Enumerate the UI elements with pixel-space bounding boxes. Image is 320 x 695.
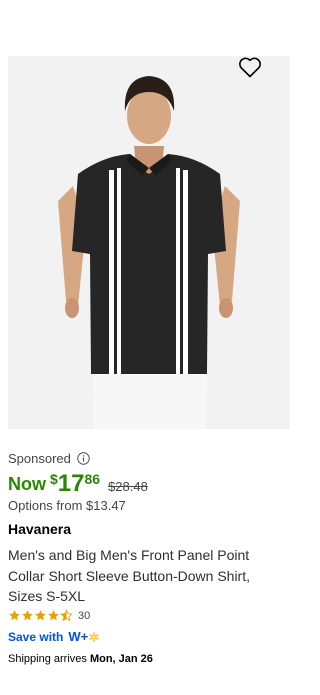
- star-icon: [47, 609, 60, 622]
- spark-icon: [89, 631, 99, 642]
- rating: 30: [8, 609, 90, 622]
- star-icon: [34, 609, 47, 622]
- price-prefix: Now: [8, 474, 46, 494]
- product-title[interactable]: Men's and Big Men's Front Panel Point Co…: [8, 545, 278, 607]
- options-text: Options from $13.47: [8, 498, 126, 513]
- shipping-prefix: Shipping arrives: [8, 653, 87, 665]
- shipping-info: Shipping arrives Mon, Jan 26: [8, 653, 153, 665]
- shipping-date: Mon, Jan 26: [89, 653, 153, 665]
- product-card[interactable]: Sponsored Now $ 17 86 $28.48 Options fro…: [0, 0, 298, 695]
- favorite-button[interactable]: [236, 56, 264, 82]
- sponsored-label: Sponsored: [8, 451, 90, 466]
- rating-count: 30: [78, 609, 91, 622]
- save-with-wplus[interactable]: Save with W+: [8, 629, 99, 644]
- sponsored-text: Sponsored: [8, 451, 71, 466]
- price-cents: 86: [84, 471, 101, 487]
- product-image[interactable]: [8, 56, 290, 429]
- price-currency: $: [50, 471, 58, 487]
- star-icon: [21, 609, 34, 622]
- walmart-plus-logo: W+: [68, 629, 99, 644]
- save-with-label: Save with: [8, 629, 64, 644]
- star-half-icon: [60, 609, 73, 622]
- brand-name: Havanera: [8, 521, 72, 537]
- wplus-logo-text: W+: [68, 629, 89, 644]
- star-icon: [8, 609, 21, 622]
- price-dollars: 17: [57, 470, 85, 497]
- star-rating: [8, 609, 73, 622]
- heart-outline-icon: [238, 56, 262, 83]
- info-circle-icon[interactable]: [77, 452, 90, 465]
